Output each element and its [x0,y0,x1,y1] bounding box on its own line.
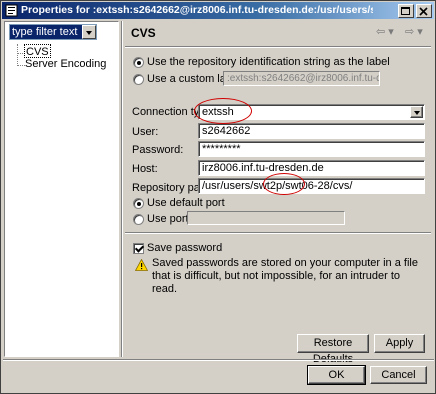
password-label: Password: [132,144,184,156]
radio-custom-label[interactable] [133,74,144,85]
properties-icon [5,4,18,17]
filter-combo[interactable] [9,24,97,40]
chevron-down-icon [414,111,420,115]
apply-button[interactable]: Apply [374,334,425,353]
user-label: User: [132,126,159,138]
tree-item-server-encoding[interactable]: Server Encoding [24,57,107,71]
default-port-label: Use default port [147,197,225,209]
save-password-checkbox[interactable] [133,243,144,254]
custom-port-label: Use port: [147,213,192,225]
host-label: Host: [132,163,158,175]
radio-custom-port[interactable] [133,214,144,225]
page-title: CVS [131,26,156,40]
host-input[interactable]: irz8006.inf.tu-dresden.de [198,160,425,176]
radio-default-port[interactable] [133,198,144,209]
title-bar: Properties for :extssh:s2642662@irz8006.… [2,2,434,19]
user-input[interactable]: s2642662 [198,123,425,139]
save-password-label: Save password [147,242,223,254]
maximize-button[interactable] [398,4,414,18]
close-button[interactable] [416,4,432,18]
custom-label-input[interactable]: :extssh:s2642662@irz8006.inf.tu-dresden [223,71,380,86]
repo-string-label: Use the repository identification string… [147,56,390,68]
connection-type-select[interactable]: extssh [198,104,425,120]
maximize-icon [401,7,410,15]
back-arrow-icon: ⇦ [376,26,386,38]
restore-defaults-button[interactable]: Restore Defaults [297,334,369,365]
tree-item-cvs[interactable]: CVS [24,44,51,58]
chevron-down-icon [86,31,92,35]
port-input[interactable] [187,211,345,225]
connection-type-dropdown-button[interactable] [410,106,423,118]
repository-path-input[interactable]: /usr/users/swt2p/swt06-28/cvs/ [198,178,425,194]
back-button[interactable]: ⇦ ▾ [376,25,394,39]
filter-input[interactable] [10,25,82,39]
cancel-button[interactable]: Cancel [370,366,427,384]
properties-dialog: Properties for :extssh:s2642662@irz8006.… [0,0,436,394]
window-title: Properties for :extssh:s2642662@irz8006.… [21,4,373,16]
connection-type-value: extssh [202,106,234,118]
forward-button[interactable]: ⇨ ▾ [405,25,423,39]
close-icon [419,7,428,16]
ok-button[interactable]: OK [307,365,366,385]
radio-repo-string-label[interactable] [133,57,144,68]
preference-tree-pane: CVS Server Encoding [4,21,119,357]
warning-icon [135,259,148,271]
password-input[interactable]: ********* [198,141,425,157]
sash[interactable] [121,21,123,357]
save-password-warning: Saved passwords are stored on your compu… [152,257,418,295]
filter-dropdown-button[interactable] [82,25,96,39]
forward-arrow-icon: ⇨ [405,26,415,38]
